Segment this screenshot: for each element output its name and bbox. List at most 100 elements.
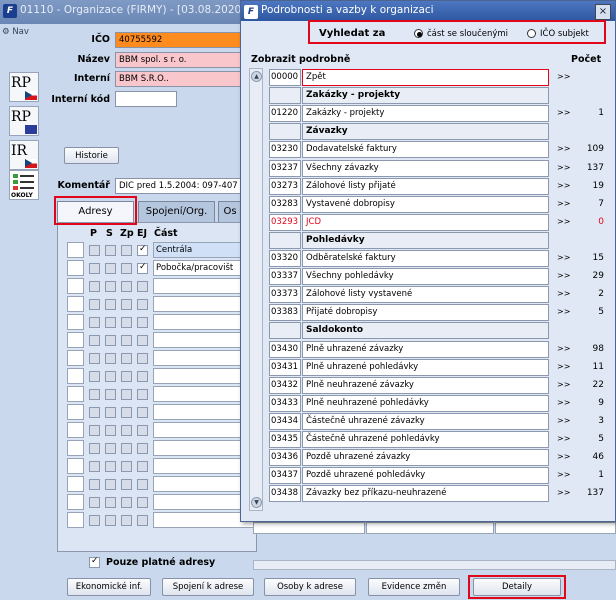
- p-checkbox[interactable]: [89, 263, 100, 274]
- row-selector[interactable]: [67, 368, 84, 384]
- dialog-vertical-scrollbar[interactable]: ▲ ▼: [249, 68, 263, 511]
- list-item[interactable]: 03337 Všechny pohledávky >> 29: [269, 268, 609, 285]
- list-item[interactable]: 03230 Dodavatelské faktury >> 109: [269, 141, 609, 158]
- rp-cz-register-button[interactable]: RP: [9, 72, 39, 102]
- osoby-k-adrese-button[interactable]: Osoby k adrese: [264, 578, 356, 596]
- row-selector[interactable]: [67, 458, 84, 474]
- row-selector[interactable]: [67, 440, 84, 456]
- row-name[interactable]: Plně neuhrazené závazky: [302, 377, 549, 394]
- ej-checkbox[interactable]: [137, 317, 148, 328]
- ej-checkbox[interactable]: [137, 353, 148, 364]
- list-item[interactable]: 03431 Plně uhrazené pohledávky >> 11: [269, 359, 609, 376]
- row-selector[interactable]: [67, 332, 84, 348]
- evidence-zmen-button[interactable]: Evidence změn: [368, 578, 460, 596]
- row-selector[interactable]: [67, 314, 84, 330]
- s-checkbox[interactable]: [105, 299, 116, 310]
- p-checkbox[interactable]: [89, 245, 100, 256]
- list-item[interactable]: 03434 Částečně uhrazené závazky >> 3: [269, 413, 609, 430]
- row-name[interactable]: Zálohové listy vystavené: [302, 286, 549, 303]
- p-checkbox[interactable]: [89, 425, 100, 436]
- radio-ico-subjekt[interactable]: [527, 29, 536, 38]
- row-name[interactable]: Zálohové listy přijaté: [302, 178, 549, 195]
- table-row[interactable]: [67, 476, 257, 492]
- s-checkbox[interactable]: [105, 479, 116, 490]
- close-icon[interactable]: ×: [595, 4, 611, 20]
- row-selector[interactable]: [67, 386, 84, 402]
- table-row[interactable]: [67, 350, 257, 366]
- ej-checkbox[interactable]: [137, 371, 148, 382]
- table-row[interactable]: [67, 512, 257, 528]
- zp-checkbox[interactable]: [121, 245, 132, 256]
- s-checkbox[interactable]: [105, 245, 116, 256]
- zp-checkbox[interactable]: [121, 461, 132, 472]
- table-row[interactable]: Pobočka/pracovišt: [67, 260, 257, 276]
- s-checkbox[interactable]: [105, 425, 116, 436]
- ir-register-button[interactable]: IR: [9, 140, 39, 170]
- p-checkbox[interactable]: [89, 389, 100, 400]
- list-item[interactable]: 03436 Pozdě uhrazené závazky >> 46: [269, 449, 609, 466]
- ej-checkbox[interactable]: [137, 389, 148, 400]
- p-checkbox[interactable]: [89, 461, 100, 472]
- s-checkbox[interactable]: [105, 353, 116, 364]
- list-item[interactable]: 03293 JCD >> 0: [269, 214, 609, 231]
- ej-checkbox[interactable]: [137, 425, 148, 436]
- table-row[interactable]: [67, 458, 257, 474]
- row-selector[interactable]: [67, 404, 84, 420]
- komentar-field[interactable]: DIC pred 1.5.2004: 097-407: [115, 178, 245, 194]
- tab-osoby[interactable]: Os: [218, 201, 242, 223]
- table-row[interactable]: Centrála: [67, 242, 257, 258]
- radio-cast-sloucenymi[interactable]: [414, 29, 423, 38]
- row-selector[interactable]: [67, 350, 84, 366]
- spojeni-k-adrese-button[interactable]: Spojení k adrese: [162, 578, 254, 596]
- zp-checkbox[interactable]: [121, 317, 132, 328]
- s-checkbox[interactable]: [105, 497, 116, 508]
- nazev-field[interactable]: BBM spol. s r. o.: [115, 52, 245, 68]
- s-checkbox[interactable]: [105, 263, 116, 274]
- p-checkbox[interactable]: [89, 515, 100, 526]
- list-item[interactable]: 03283 Vystavené dobropisy >> 7: [269, 196, 609, 213]
- horizontal-scrollbar[interactable]: [253, 560, 616, 570]
- list-item[interactable]: 03320 Odběratelské faktury >> 15: [269, 250, 609, 267]
- table-row[interactable]: [67, 314, 257, 330]
- list-item[interactable]: 03273 Zálohové listy přijaté >> 19: [269, 178, 609, 195]
- row-selector[interactable]: [67, 260, 84, 276]
- list-item[interactable]: 03437 Pozdě uhrazené pohledávky >> 1: [269, 467, 609, 484]
- table-row[interactable]: [67, 494, 257, 510]
- p-checkbox[interactable]: [89, 407, 100, 418]
- interni-kod-field[interactable]: [115, 91, 177, 107]
- row-name[interactable]: Vystavené dobropisy: [302, 196, 549, 213]
- zp-checkbox[interactable]: [121, 407, 132, 418]
- p-checkbox[interactable]: [89, 443, 100, 454]
- list-item[interactable]: 03430 Plně uhrazené závazky >> 98: [269, 341, 609, 358]
- p-checkbox[interactable]: [89, 371, 100, 382]
- table-row[interactable]: [67, 368, 257, 384]
- p-checkbox[interactable]: [89, 317, 100, 328]
- nav-button[interactable]: ⚙ Nav: [2, 27, 36, 42]
- row-name[interactable]: Přijaté dobropisy: [302, 304, 549, 321]
- table-row[interactable]: [67, 332, 257, 348]
- zp-checkbox[interactable]: [121, 425, 132, 436]
- historie-button[interactable]: Historie: [64, 147, 119, 164]
- zp-checkbox[interactable]: [121, 479, 132, 490]
- row-name[interactable]: Zakázky - projekty: [302, 105, 549, 122]
- ej-checkbox[interactable]: [137, 443, 148, 454]
- ico-field[interactable]: 40755592: [115, 32, 245, 48]
- row-name[interactable]: Všechny pohledávky: [302, 268, 549, 285]
- zp-checkbox[interactable]: [121, 371, 132, 382]
- list-item[interactable]: 03383 Přijaté dobropisy >> 5: [269, 304, 609, 321]
- tab-adresy[interactable]: Adresy: [57, 201, 134, 223]
- s-checkbox[interactable]: [105, 389, 116, 400]
- zp-checkbox[interactable]: [121, 389, 132, 400]
- table-row[interactable]: [67, 422, 257, 438]
- row-selector[interactable]: [67, 296, 84, 312]
- p-checkbox[interactable]: [89, 335, 100, 346]
- s-checkbox[interactable]: [105, 281, 116, 292]
- ej-checkbox[interactable]: [137, 515, 148, 526]
- p-checkbox[interactable]: [89, 479, 100, 490]
- row-selector[interactable]: [67, 422, 84, 438]
- ej-checkbox[interactable]: [137, 479, 148, 490]
- p-checkbox[interactable]: [89, 497, 100, 508]
- row-name[interactable]: Odběratelské faktury: [302, 250, 549, 267]
- list-item[interactable]: 03432 Plně neuhrazené závazky >> 22: [269, 377, 609, 394]
- p-checkbox[interactable]: [89, 353, 100, 364]
